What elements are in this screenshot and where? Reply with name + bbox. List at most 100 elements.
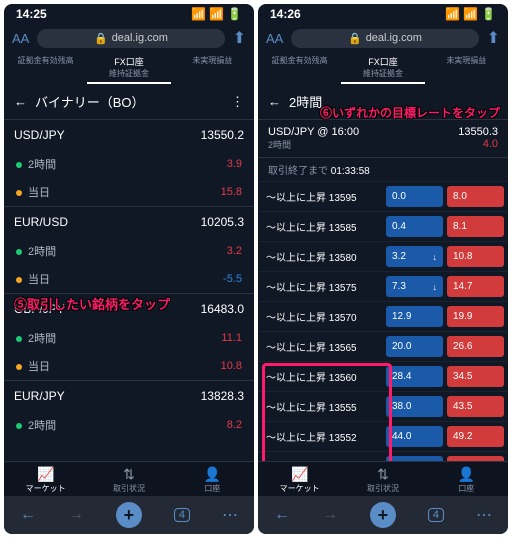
more-icon[interactable]: ⋮	[231, 94, 244, 110]
share-icon[interactable]: ⬆	[487, 28, 500, 48]
strike-label[interactable]: ～以上に上昇 13595	[262, 189, 382, 204]
nav-item[interactable]: ⇅取引状況	[341, 462, 424, 496]
buy-price-box[interactable]: 38.0	[386, 396, 443, 417]
sell-price-box[interactable]: 10.8	[447, 246, 504, 267]
nav-label: 口座	[458, 484, 474, 493]
page-title: バイナリー（BO）	[35, 92, 223, 111]
sell-price-box[interactable]: 8.1	[447, 216, 504, 237]
tab-pnl[interactable]: 未実現損益	[425, 52, 508, 84]
text-size-icon[interactable]: AA	[12, 31, 29, 46]
expiry-label: 2時間	[16, 243, 56, 259]
status-dot-icon	[16, 364, 22, 370]
pair-symbol: EUR/JPY	[14, 389, 65, 403]
expiry-value: 15.8	[221, 186, 242, 198]
browser-menu-icon[interactable]: ⋯	[222, 505, 238, 525]
tab-fx[interactable]: FX口座維持証拠金	[87, 52, 170, 84]
sell-price-box[interactable]: 19.9	[447, 306, 504, 327]
browser-bottom-bar: ← → + 4 ⋯	[258, 496, 508, 534]
nav-item[interactable]: 👤口座	[425, 462, 508, 496]
buy-price-box[interactable]: 0.0	[386, 186, 443, 207]
annotation-step6: ⑥いずれかの目標レートをタップ	[320, 104, 500, 121]
buy-price-box[interactable]: 12.9	[386, 306, 443, 327]
strike-label[interactable]: ～以上に上昇 13565	[262, 339, 382, 354]
browser-back-icon[interactable]: ←	[20, 506, 36, 524]
buy-price-box[interactable]: 7.3↓	[386, 276, 443, 297]
strike-label[interactable]: ～以上に上昇 13570	[262, 309, 382, 324]
tab-balance[interactable]: 証拠金有効残高	[4, 52, 87, 84]
share-icon[interactable]: ⬆	[233, 28, 246, 48]
expiry-row[interactable]: 2時間3.9	[4, 150, 254, 178]
nav-icon: 📈	[258, 466, 341, 483]
strike-row: ～以上に上昇 13570 12.9 19.9	[258, 301, 508, 331]
new-tab-button[interactable]: +	[116, 502, 142, 528]
pair-row[interactable]: USD/JPY13550.2	[4, 119, 254, 150]
tab-balance[interactable]: 証拠金有効残高	[258, 52, 341, 84]
nav-item[interactable]: 👤口座	[171, 462, 254, 496]
nav-item[interactable]: 📈マーケット	[258, 462, 341, 496]
nav-item[interactable]: 📈マーケット	[4, 462, 87, 496]
text-size-icon[interactable]: AA	[266, 31, 283, 46]
tab-count[interactable]: 4	[428, 508, 444, 522]
strike-label[interactable]: ～以上に上昇 13575	[262, 279, 382, 294]
address-bar[interactable]: 🔒 deal.ig.com	[37, 29, 224, 48]
sell-price-box[interactable]: 53.1	[447, 456, 504, 461]
countdown-value: 01:33:58	[331, 166, 370, 177]
expiry-row[interactable]: 2時間11.1	[4, 324, 254, 352]
expiry-value: 3.2	[227, 245, 242, 257]
sell-price-box[interactable]: 26.6	[447, 336, 504, 357]
expiry-row[interactable]: 当日15.8	[4, 178, 254, 206]
detail-sub: 2時間	[268, 138, 359, 151]
back-icon[interactable]: ←	[14, 94, 27, 109]
buy-price-box[interactable]: 28.4	[386, 366, 443, 387]
expiry-row[interactable]: 当日10.8	[4, 352, 254, 380]
pair-price: 13828.3	[201, 389, 244, 403]
browser-back-icon[interactable]: ←	[274, 506, 290, 524]
status-bar: 14:26 📶 📶 🔋	[258, 4, 508, 24]
account-tabs: 証拠金有効残高 FX口座維持証拠金 未実現損益	[258, 52, 508, 84]
strike-label[interactable]: ～以上に上昇 13580	[262, 249, 382, 264]
nav-icon: ⇅	[87, 466, 170, 483]
expiry-row[interactable]: 2時間 3.2	[4, 237, 254, 265]
strike-row: ～以上に上昇 13552 44.0 49.2	[258, 421, 508, 451]
buy-price-box[interactable]: 44.0	[386, 426, 443, 447]
buy-price-box[interactable]: 0.4	[386, 216, 443, 237]
detail-change: 4.0	[458, 138, 498, 150]
sell-price-box[interactable]: 34.5	[447, 366, 504, 387]
strike-label[interactable]: ～以上に上昇 13552	[262, 429, 382, 444]
pair-row[interactable]: EUR/USD10205.3	[4, 206, 254, 237]
sell-price-box[interactable]: 8.0	[447, 186, 504, 207]
tab-pnl[interactable]: 未実現損益	[171, 52, 254, 84]
expiry-row[interactable]: 2時間8.2	[4, 411, 254, 439]
nav-item[interactable]: ⇅取引状況	[87, 462, 170, 496]
account-tabs: 証拠金有効残高 FX口座維持証拠金 未実現損益	[4, 52, 254, 84]
pair-row[interactable]: EUR/JPY 13828.3	[4, 380, 254, 411]
strike-label[interactable]: ～以上に上昇 13555	[262, 399, 382, 414]
strike-row: ～以上に上昇 13595 0.0 8.0	[258, 181, 508, 211]
new-tab-button[interactable]: +	[370, 502, 396, 528]
expiry-label: 当日	[16, 271, 50, 287]
expiry-label: 2時間	[16, 417, 56, 433]
signal-icon: 📶	[191, 7, 206, 21]
strike-label[interactable]: ～以上に上昇 13585	[262, 219, 382, 234]
expiry-label: 当日	[16, 358, 50, 374]
pair-symbol: EUR/USD	[14, 215, 68, 229]
browser-menu-icon[interactable]: ⋯	[476, 505, 492, 525]
arrow-icon: ↓	[433, 282, 438, 292]
countdown-row: 取引終了まで 01:33:58	[258, 157, 508, 181]
strike-list: ～以上に上昇 13595 0.0 8.0 ～以上に上昇 13585 0.4 8.…	[258, 181, 508, 461]
tab-fx[interactable]: FX口座維持証拠金	[341, 52, 424, 84]
status-bar: 14:25 📶 📶 🔋	[4, 4, 254, 24]
status-dot-icon	[16, 423, 22, 429]
sell-price-box[interactable]: 43.5	[447, 396, 504, 417]
back-icon[interactable]: ←	[268, 94, 281, 109]
sell-price-box[interactable]: 49.2	[447, 426, 504, 447]
buy-price-box[interactable]: 3.2↓	[386, 246, 443, 267]
tab-count[interactable]: 4	[174, 508, 190, 522]
address-bar[interactable]: 🔒 deal.ig.com	[291, 29, 478, 48]
expiry-row[interactable]: 当日-5.5	[4, 265, 254, 293]
strike-label[interactable]: ～以上に上昇 13560	[262, 369, 382, 384]
buy-price-box[interactable]: 48.1	[386, 456, 443, 461]
sell-price-box[interactable]: 14.7	[447, 276, 504, 297]
buy-price-box[interactable]: 20.0	[386, 336, 443, 357]
status-dot-icon	[16, 190, 22, 196]
